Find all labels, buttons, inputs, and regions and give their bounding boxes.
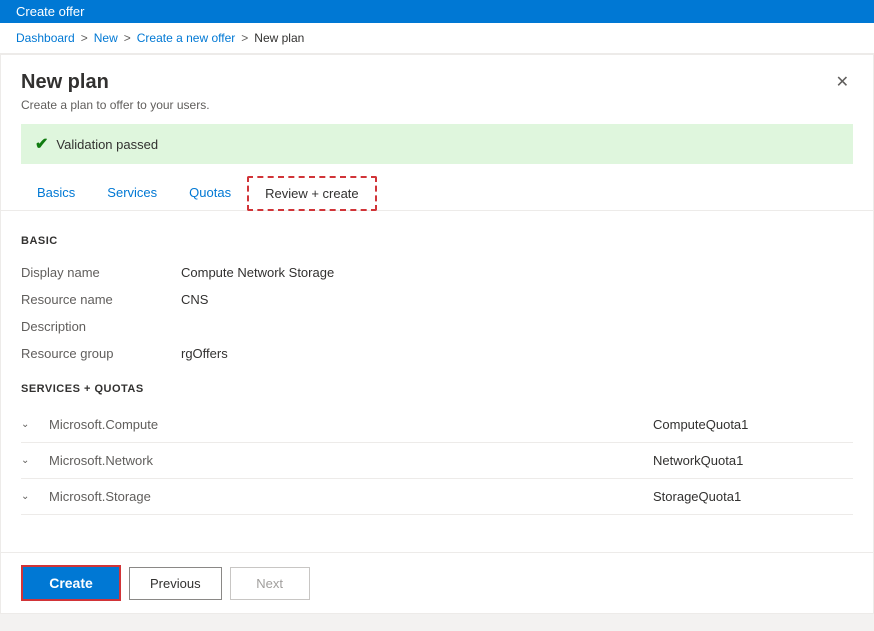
close-button[interactable]: ✕: [832, 71, 853, 95]
panel-subtitle: Create a plan to offer to your users.: [21, 98, 210, 112]
tab-basics[interactable]: Basics: [21, 176, 91, 210]
value-resource-group: rgOffers: [181, 346, 228, 361]
breadcrumb: Dashboard > New > Create a new offer > N…: [0, 23, 874, 54]
basic-section-header: BASIC: [21, 235, 853, 247]
tab-services[interactable]: Services: [91, 176, 173, 210]
field-resource-name: Resource name CNS: [21, 286, 853, 313]
footer: Create Previous Next: [1, 552, 873, 613]
breadcrumb-create-offer[interactable]: Create a new offer: [137, 31, 236, 45]
label-display-name: Display name: [21, 265, 181, 280]
quota-name-storage: StorageQuota1: [653, 489, 853, 504]
tab-review-create[interactable]: Review + create: [247, 176, 377, 211]
value-display-name: Compute Network Storage: [181, 265, 334, 280]
services-section-header: SERVICES + QUOTAS: [21, 383, 853, 395]
label-description: Description: [21, 319, 181, 334]
sep1: >: [81, 31, 88, 45]
field-resource-group: Resource group rgOffers: [21, 340, 853, 367]
field-display-name: Display name Compute Network Storage: [21, 259, 853, 286]
chevron-network-icon: ⌄: [21, 455, 41, 466]
service-name-storage: Microsoft.Storage: [49, 489, 653, 504]
previous-button[interactable]: Previous: [129, 567, 222, 600]
top-bar: Create offer: [0, 0, 874, 23]
panel-header: New plan Create a plan to offer to your …: [1, 55, 873, 112]
label-resource-name: Resource name: [21, 292, 181, 307]
validation-message: Validation passed: [56, 137, 158, 152]
label-resource-group: Resource group: [21, 346, 181, 361]
content-area: BASIC Display name Compute Network Stora…: [1, 211, 873, 535]
tabs-container: Basics Services Quotas Review + create: [1, 176, 873, 211]
tab-quotas[interactable]: Quotas: [173, 176, 247, 210]
sep2: >: [124, 31, 131, 45]
breadcrumb-dashboard[interactable]: Dashboard: [16, 31, 75, 45]
service-row-compute: ⌄ Microsoft.Compute ComputeQuota1: [21, 407, 853, 443]
sep3: >: [241, 31, 248, 45]
services-section: SERVICES + QUOTAS ⌄ Microsoft.Compute Co…: [21, 383, 853, 515]
service-name-compute: Microsoft.Compute: [49, 417, 653, 432]
breadcrumb-current: New plan: [254, 31, 304, 45]
top-bar-label: Create offer: [16, 4, 84, 19]
breadcrumb-new[interactable]: New: [94, 31, 118, 45]
next-button: Next: [230, 567, 310, 600]
create-button[interactable]: Create: [21, 565, 121, 601]
main-panel: New plan Create a plan to offer to your …: [0, 54, 874, 614]
service-row-network: ⌄ Microsoft.Network NetworkQuota1: [21, 443, 853, 479]
chevron-compute-icon: ⌄: [21, 419, 41, 430]
service-row-storage: ⌄ Microsoft.Storage StorageQuota1: [21, 479, 853, 515]
quota-name-compute: ComputeQuota1: [653, 417, 853, 432]
check-icon: ✔: [35, 134, 48, 154]
validation-bar: ✔ Validation passed: [21, 124, 853, 164]
page-title: New plan: [21, 71, 210, 94]
quota-name-network: NetworkQuota1: [653, 453, 853, 468]
chevron-storage-icon: ⌄: [21, 491, 41, 502]
value-resource-name: CNS: [181, 292, 208, 307]
service-name-network: Microsoft.Network: [49, 453, 653, 468]
field-description: Description: [21, 313, 853, 340]
